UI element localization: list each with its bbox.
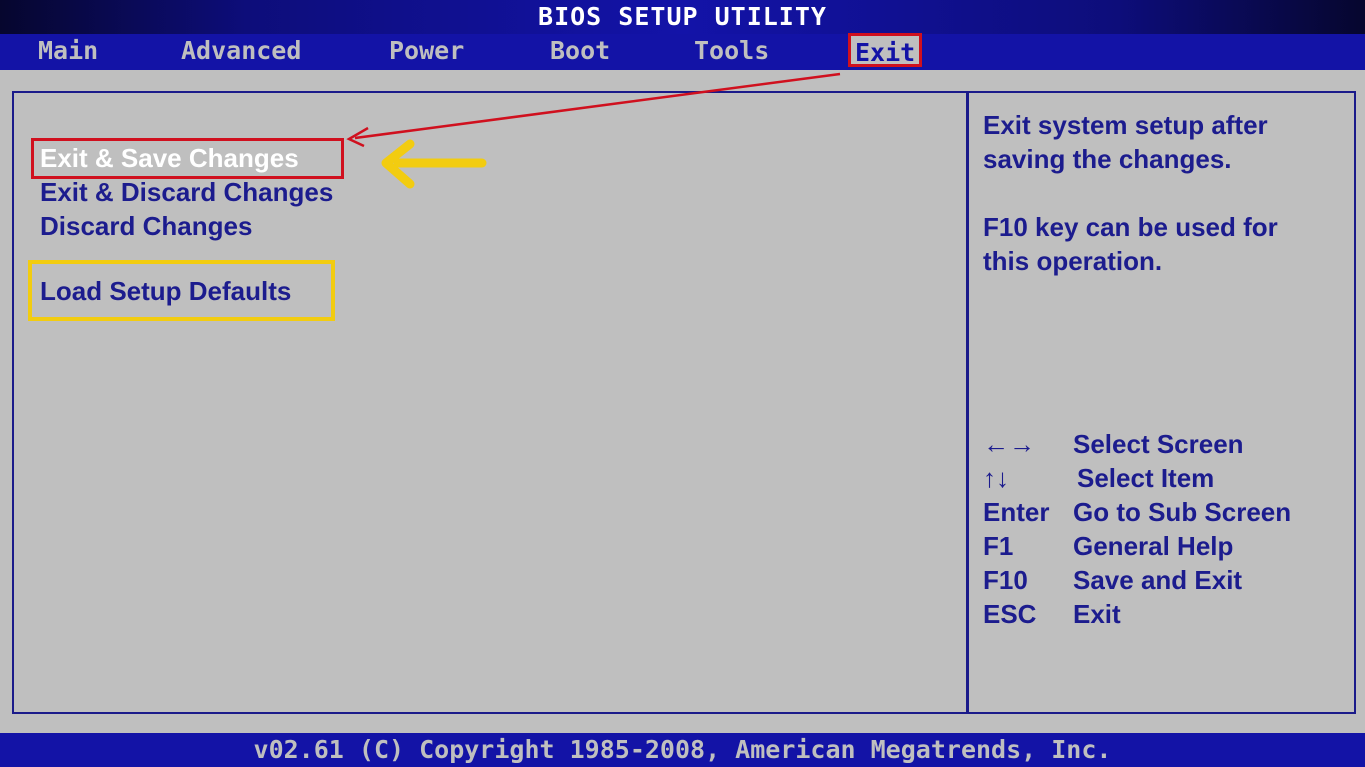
red-arrow-line [354, 72, 841, 140]
annotation-arrows [346, 72, 841, 189]
